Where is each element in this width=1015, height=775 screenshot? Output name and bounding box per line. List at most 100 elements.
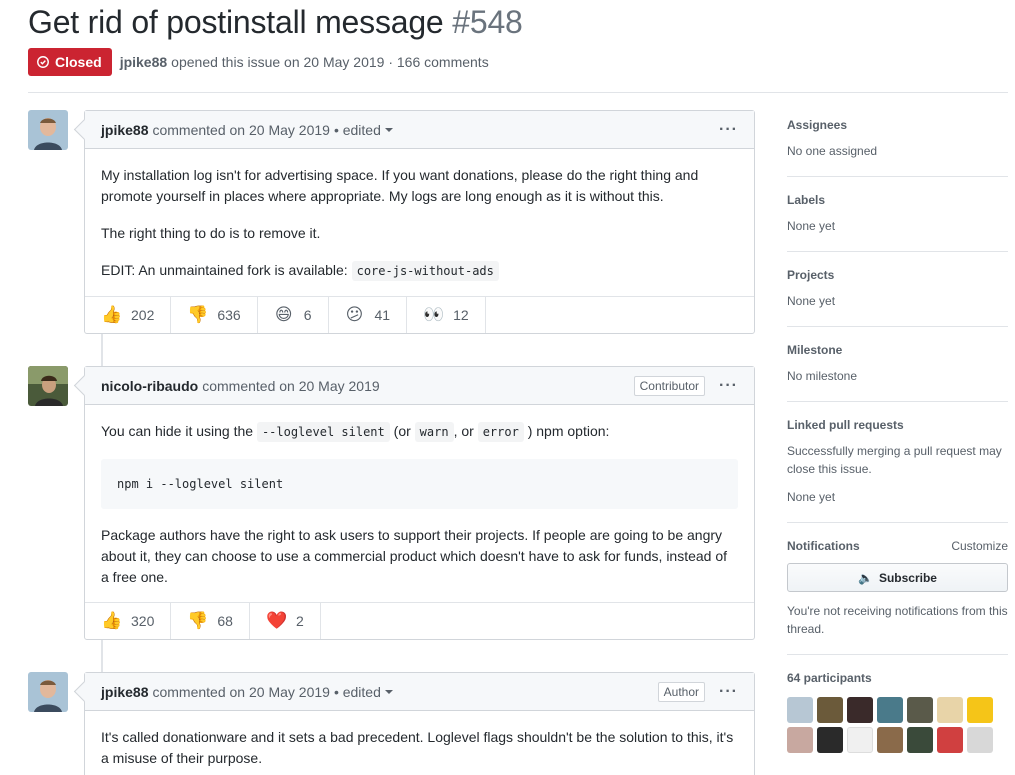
comment-timestamp[interactable]: commented on 20 May 2019 xyxy=(202,378,379,394)
participant-avatar[interactable] xyxy=(787,727,813,753)
comment-body: You can hide it using the --loglevel sil… xyxy=(85,421,754,588)
eyes-icon: 👀 xyxy=(423,305,445,324)
comment-paragraph: Package authors have the right to ask us… xyxy=(101,527,728,585)
edited-dropdown[interactable]: • edited xyxy=(334,122,393,138)
laugh-icon: 😄 xyxy=(274,305,293,324)
linked-prs-value: None yet xyxy=(787,490,836,504)
comment-timestamp[interactable]: commented on 20 May 2019 xyxy=(152,122,329,138)
participant-avatar[interactable] xyxy=(877,697,903,723)
heart-icon: ❤️ xyxy=(265,611,288,630)
participant-avatar[interactable] xyxy=(877,727,903,753)
issue-closed-icon xyxy=(37,56,49,68)
thumbs-up-icon: 👍 xyxy=(101,611,123,630)
subscribe-button[interactable]: 🔈 Subscribe xyxy=(787,563,1008,592)
avatar[interactable] xyxy=(28,366,68,406)
labels-value: None yet xyxy=(787,219,836,233)
sidebar-heading[interactable]: Milestone xyxy=(787,343,1008,357)
sidebar-heading[interactable]: Labels xyxy=(787,193,1008,207)
customize-link[interactable]: Customize xyxy=(951,539,1008,553)
reaction-laugh[interactable]: 😄 6 xyxy=(258,297,329,333)
reaction-count: 12 xyxy=(453,307,469,323)
projects-label: Projects xyxy=(787,268,835,282)
comment-header: nicolo-ribaudo commented on 20 May 2019 … xyxy=(85,367,754,405)
status-label: Closed xyxy=(55,54,102,70)
more-options-icon[interactable]: ··· xyxy=(719,683,738,699)
comment-timestamp[interactable]: commented on 20 May 2019 xyxy=(152,684,329,700)
sidebar-heading: 64 participants xyxy=(787,671,1008,685)
reaction-confused[interactable]: 😕 41 xyxy=(329,297,408,333)
comment-paragraph: The right thing to do is to remove it. xyxy=(101,225,321,241)
more-options-icon[interactable]: ··· xyxy=(719,121,738,137)
participant-avatar[interactable] xyxy=(937,727,963,753)
participant-avatar[interactable] xyxy=(847,727,873,753)
reaction-eyes[interactable]: 👀 12 xyxy=(407,297,486,333)
participant-avatar[interactable] xyxy=(907,697,933,723)
comment-text: (or xyxy=(393,423,411,439)
milestone-label: Milestone xyxy=(787,343,843,357)
issue-sidebar: Assignees No one assigned Labels None ye… xyxy=(787,110,1008,753)
sidebar-labels: Labels None yet xyxy=(787,193,1008,252)
issue-opened-text: opened this issue on 20 May 2019 · 166 c… xyxy=(171,54,489,70)
avatar[interactable] xyxy=(28,110,68,150)
inline-code: --loglevel silent xyxy=(256,422,390,442)
reaction-count: 41 xyxy=(374,307,391,323)
comment-body: It's called donationware and it sets a b… xyxy=(85,727,754,769)
issue-number: #548 xyxy=(452,4,523,40)
participant-avatar[interactable] xyxy=(967,727,993,753)
sidebar-assignees: Assignees No one assigned xyxy=(787,118,1008,177)
confused-icon: 😕 xyxy=(345,305,364,324)
sidebar-participants: 64 participants xyxy=(787,671,1008,753)
timeline-connector xyxy=(101,333,103,367)
reaction-count: 6 xyxy=(303,307,312,323)
reaction-count: 202 xyxy=(131,307,155,323)
sidebar-heading[interactable]: Assignees xyxy=(787,118,1008,132)
timeline-connector xyxy=(101,639,103,673)
inline-code: warn xyxy=(414,422,454,442)
inline-code: error xyxy=(477,422,524,442)
comment-header: jpike88 commented on 20 May 2019 • edite… xyxy=(85,673,754,711)
more-options-icon[interactable]: ··· xyxy=(719,377,738,393)
comment-paragraph: It's called donationware and it sets a b… xyxy=(101,729,734,766)
linked-prs-description: Successfully merging a pull request may … xyxy=(787,444,1002,476)
comment-header: jpike88 commented on 20 May 2019 • edite… xyxy=(85,111,754,149)
sidebar-heading[interactable]: Linked pull requests xyxy=(787,418,1008,432)
author-badge: Author xyxy=(657,681,706,702)
participant-avatar[interactable] xyxy=(907,727,933,753)
comment-2: nicolo-ribaudo commented on 20 May 2019 … xyxy=(84,366,755,640)
participant-avatar[interactable] xyxy=(817,727,843,753)
reactions-bar: 👍 202 👎 636 😄 6 😕 41 👀 12 xyxy=(85,296,754,333)
reaction-count: 68 xyxy=(217,613,233,629)
reaction-thumbs-down[interactable]: 👎 636 xyxy=(171,297,258,333)
sidebar-heading[interactable]: Projects xyxy=(787,268,1008,282)
participant-avatar[interactable] xyxy=(937,697,963,723)
speaker-icon: 🔈 xyxy=(858,570,873,585)
sidebar-notifications: Notifications Customize 🔈 Subscribe You're… xyxy=(787,539,1008,655)
issue-title-text: Get rid of postinstall message xyxy=(28,4,444,40)
milestone-value: No milestone xyxy=(787,369,858,383)
comment-text: , or xyxy=(453,423,474,439)
participant-avatar[interactable] xyxy=(967,697,993,723)
avatar[interactable] xyxy=(28,672,68,712)
comment-paragraph: EDIT: An unmaintained fork is available:… xyxy=(101,260,738,282)
notifications-label: Notifications xyxy=(787,539,860,553)
participant-avatar[interactable] xyxy=(787,697,813,723)
contributor-badge: Contributor xyxy=(633,375,706,396)
reaction-thumbs-up[interactable]: 👍 202 xyxy=(85,297,172,333)
reaction-heart[interactable]: ❤️ 2 xyxy=(250,603,321,639)
avatar-nicolo-ribaudo-image xyxy=(28,366,68,406)
comment-author-link[interactable]: jpike88 xyxy=(101,684,148,700)
reaction-thumbs-up[interactable]: 👍 320 xyxy=(85,603,172,639)
participant-avatar[interactable] xyxy=(817,697,843,723)
issue-author-link[interactable]: jpike88 xyxy=(120,54,167,70)
edited-dropdown[interactable]: • edited xyxy=(334,684,393,700)
participant-avatar[interactable] xyxy=(847,697,873,723)
code-block: npm i --loglevel silent xyxy=(101,459,738,509)
inline-code: core-js-without-ads xyxy=(351,261,499,281)
thumbs-down-icon: 👎 xyxy=(187,305,209,324)
participants-label: 64 participants xyxy=(787,671,872,685)
comment-body: My installation log isn't for advertisin… xyxy=(85,165,754,282)
participants-grid xyxy=(787,697,1008,753)
reaction-thumbs-down[interactable]: 👎 68 xyxy=(171,603,250,639)
comment-author-link[interactable]: nicolo-ribaudo xyxy=(101,378,198,394)
comment-author-link[interactable]: jpike88 xyxy=(101,122,148,138)
